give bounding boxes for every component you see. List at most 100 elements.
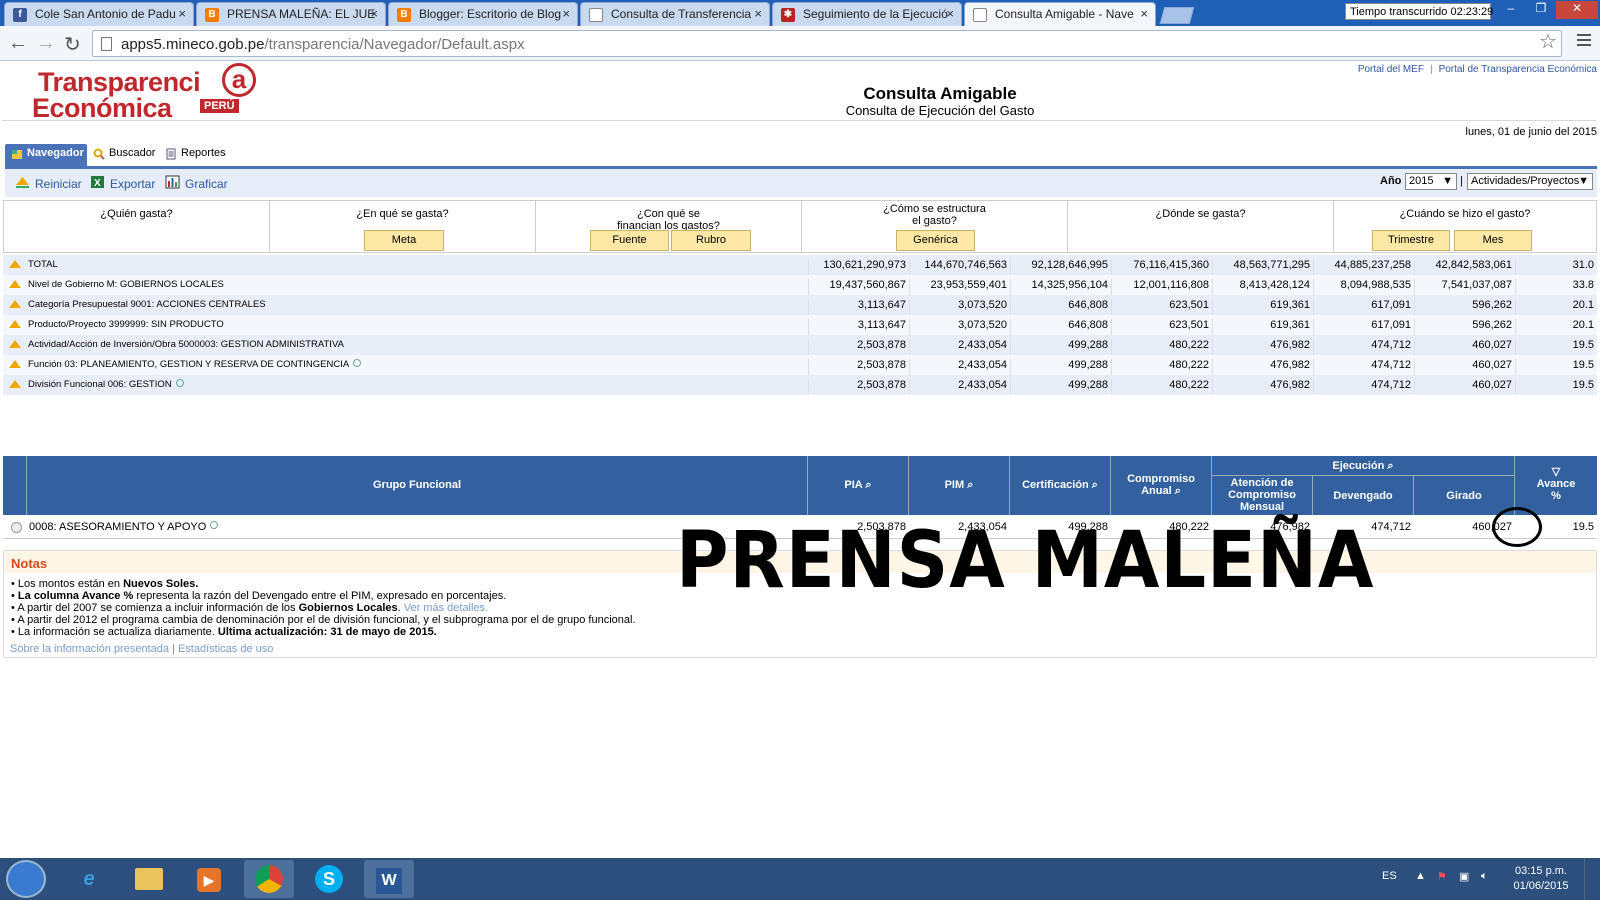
reiniciar-button[interactable]: Reiniciar: [16, 177, 82, 191]
show-desktop-button[interactable]: [1584, 858, 1598, 900]
devengado-cell: 8,094,988,535: [1313, 279, 1414, 295]
browser-tab[interactable]: B Blogger: Escritorio de Blog ×: [388, 2, 578, 26]
reload-icon[interactable]: ↻: [64, 32, 81, 57]
question-text: ¿Dónde se gasta?: [1155, 208, 1246, 220]
forward-arrow-icon[interactable]: →: [36, 32, 56, 55]
expand-up-icon[interactable]: [9, 340, 21, 348]
explorer-icon[interactable]: [124, 860, 174, 898]
address-bar[interactable]: apps5.mineco.gob.pe/transparencia/Navega…: [92, 30, 1562, 57]
ie-icon[interactable]: e: [64, 860, 114, 898]
language-indicator[interactable]: ES: [1382, 870, 1397, 882]
close-tab-icon[interactable]: ×: [754, 6, 762, 21]
chrome-menu-icon[interactable]: [1577, 34, 1591, 49]
info-pin-icon[interactable]: [175, 379, 184, 387]
certificacion-header[interactable]: Certificación ⌕: [1010, 456, 1111, 515]
pia-header[interactable]: PIA ⌕: [808, 456, 909, 515]
sort-pin-icon[interactable]: ⌕: [967, 479, 973, 491]
close-window-icon[interactable]: ✕: [1556, 1, 1598, 19]
graficar-button[interactable]: Graficar: [165, 175, 228, 191]
summary-row[interactable]: Nivel de Gobierno M: GOBIERNOS LOCALES 1…: [3, 275, 1597, 295]
close-tab-icon[interactable]: ×: [946, 6, 954, 21]
browser-tab[interactable]: f Cole San Antonio de Padu ×: [4, 2, 194, 26]
tab-buscador[interactable]: Buscador: [87, 144, 159, 166]
page-icon: [973, 8, 987, 22]
atencion-cell: 619,361: [1212, 319, 1313, 335]
mes-button[interactable]: Mes: [1454, 230, 1532, 251]
pim-header[interactable]: PIM ⌕: [909, 456, 1010, 515]
show-hidden-icons[interactable]: ▲: [1415, 870, 1426, 882]
grupo-funcional-header: Grupo Funcional: [27, 456, 808, 515]
year-select[interactable]: 2015 ▼: [1405, 173, 1457, 190]
expand-up-icon[interactable]: [9, 280, 21, 288]
portal-transparencia-link[interactable]: Portal de Transparencia Económica: [1439, 64, 1597, 75]
expand-up-icon[interactable]: [9, 320, 21, 328]
rubro-button[interactable]: Rubro: [671, 230, 751, 251]
expand-up-icon[interactable]: [9, 260, 21, 268]
sort-pin-icon[interactable]: ⌕: [865, 479, 871, 491]
summary-row[interactable]: Función 03: PLANEAMIENTO, GESTION Y RESE…: [3, 355, 1597, 375]
sort-pin-icon[interactable]: ⌕: [1175, 485, 1181, 497]
ejecucion-header: Ejecución ⌕: [1212, 456, 1515, 476]
tab-reportes[interactable]: Reportes: [159, 144, 231, 166]
info-pin-icon[interactable]: [353, 359, 362, 367]
media-player-icon[interactable]: ▶: [184, 860, 234, 898]
fuente-button[interactable]: Fuente: [590, 230, 669, 251]
portal-mef-link[interactable]: Portal del MEF: [1358, 64, 1424, 75]
scope-select[interactable]: Actividades/Proyectos ▼: [1467, 173, 1593, 190]
info-pin-icon[interactable]: [210, 521, 219, 529]
divider: [2, 120, 1596, 121]
close-tab-icon[interactable]: ×: [370, 6, 378, 21]
note-text-bold: La columna Avance %: [17, 590, 134, 602]
ver-mas-detalles-link[interactable]: Ver más detalles.: [404, 602, 488, 614]
avance-cell: 20.1: [1515, 319, 1597, 335]
browser-tab[interactable]: ✱ Seguimiento de la Ejecució ×: [772, 2, 962, 26]
close-tab-icon[interactable]: ×: [562, 6, 570, 21]
expand-up-icon[interactable]: [9, 380, 21, 388]
girado-header[interactable]: Girado: [1414, 476, 1515, 515]
generica-button[interactable]: Genérica: [896, 230, 975, 251]
tab-navegador[interactable]: Navegador: [5, 144, 87, 166]
pim-cell: 2,433,054: [909, 359, 1010, 375]
summary-row[interactable]: Categoría Presupuestal 9001: ACCIONES CE…: [3, 295, 1597, 315]
volume-icon[interactable]: 🔈︎: [1481, 870, 1488, 883]
browser-tab[interactable]: Consulta de Transferencia ×: [580, 2, 770, 26]
sort-pin-icon[interactable]: ⌕: [1092, 479, 1098, 491]
sort-desc-icon[interactable]: ▽: [1552, 466, 1560, 478]
browser-tab-active[interactable]: Consulta Amigable - Nave ×: [964, 2, 1156, 26]
expand-up-icon[interactable]: [9, 300, 21, 308]
compromiso-header[interactable]: Compromiso Anual ⌕: [1111, 456, 1212, 515]
back-arrow-icon[interactable]: ←: [8, 32, 28, 55]
restore-icon[interactable]: ❐: [1526, 1, 1556, 19]
chrome-icon[interactable]: [244, 860, 294, 898]
action-center-flag-icon[interactable]: ⚑: [1437, 870, 1447, 883]
network-icon[interactable]: ▣: [1459, 870, 1469, 883]
devengado-header[interactable]: Devengado: [1313, 476, 1414, 515]
start-orb-icon[interactable]: [6, 860, 46, 898]
atencion-header[interactable]: Atención de Compromiso Mensual: [1212, 476, 1313, 515]
skype-icon[interactable]: S: [304, 860, 354, 898]
estadisticas-link[interactable]: Estadísticas de uso: [178, 643, 273, 655]
sobre-informacion-link[interactable]: Sobre la información presentada: [10, 643, 169, 655]
new-tab-button[interactable]: [1159, 7, 1195, 24]
meta-button[interactable]: Meta: [364, 230, 444, 251]
summary-row[interactable]: División Funcional 006: GESTION 2,503,87…: [3, 375, 1597, 395]
summary-row[interactable]: Actividad/Acción de Inversión/Obra 50000…: [3, 335, 1597, 355]
word-icon[interactable]: W: [364, 860, 414, 898]
pia-cell: 2,503,878: [808, 359, 909, 375]
exportar-button[interactable]: X Exportar: [91, 176, 155, 191]
close-tab-icon[interactable]: ×: [1140, 6, 1148, 21]
row-radio-button[interactable]: [11, 522, 22, 533]
expand-up-icon[interactable]: [9, 360, 21, 368]
close-tab-icon[interactable]: ×: [178, 6, 186, 21]
bookmark-star-icon[interactable]: ☆: [1539, 29, 1557, 54]
taskbar-clock[interactable]: 03:15 p.m. 01/06/2015: [1506, 864, 1576, 894]
sort-pin-icon[interactable]: ⌕: [1387, 460, 1393, 472]
trimestre-button[interactable]: Trimestre: [1372, 230, 1450, 251]
atencion-cell: 619,361: [1212, 299, 1313, 315]
summary-row[interactable]: TOTAL 130,621,290,973 144,670,746,563 92…: [3, 255, 1597, 275]
minimize-icon[interactable]: –: [1496, 1, 1526, 19]
avance-header[interactable]: ▽ Avance%: [1515, 456, 1597, 515]
browser-tab[interactable]: B PRENSA MALEÑA: EL JUE ×: [196, 2, 386, 26]
note-text: Los montos están en: [17, 578, 124, 590]
summary-row[interactable]: Producto/Proyecto 3999999: SIN PRODUCTO …: [3, 315, 1597, 335]
